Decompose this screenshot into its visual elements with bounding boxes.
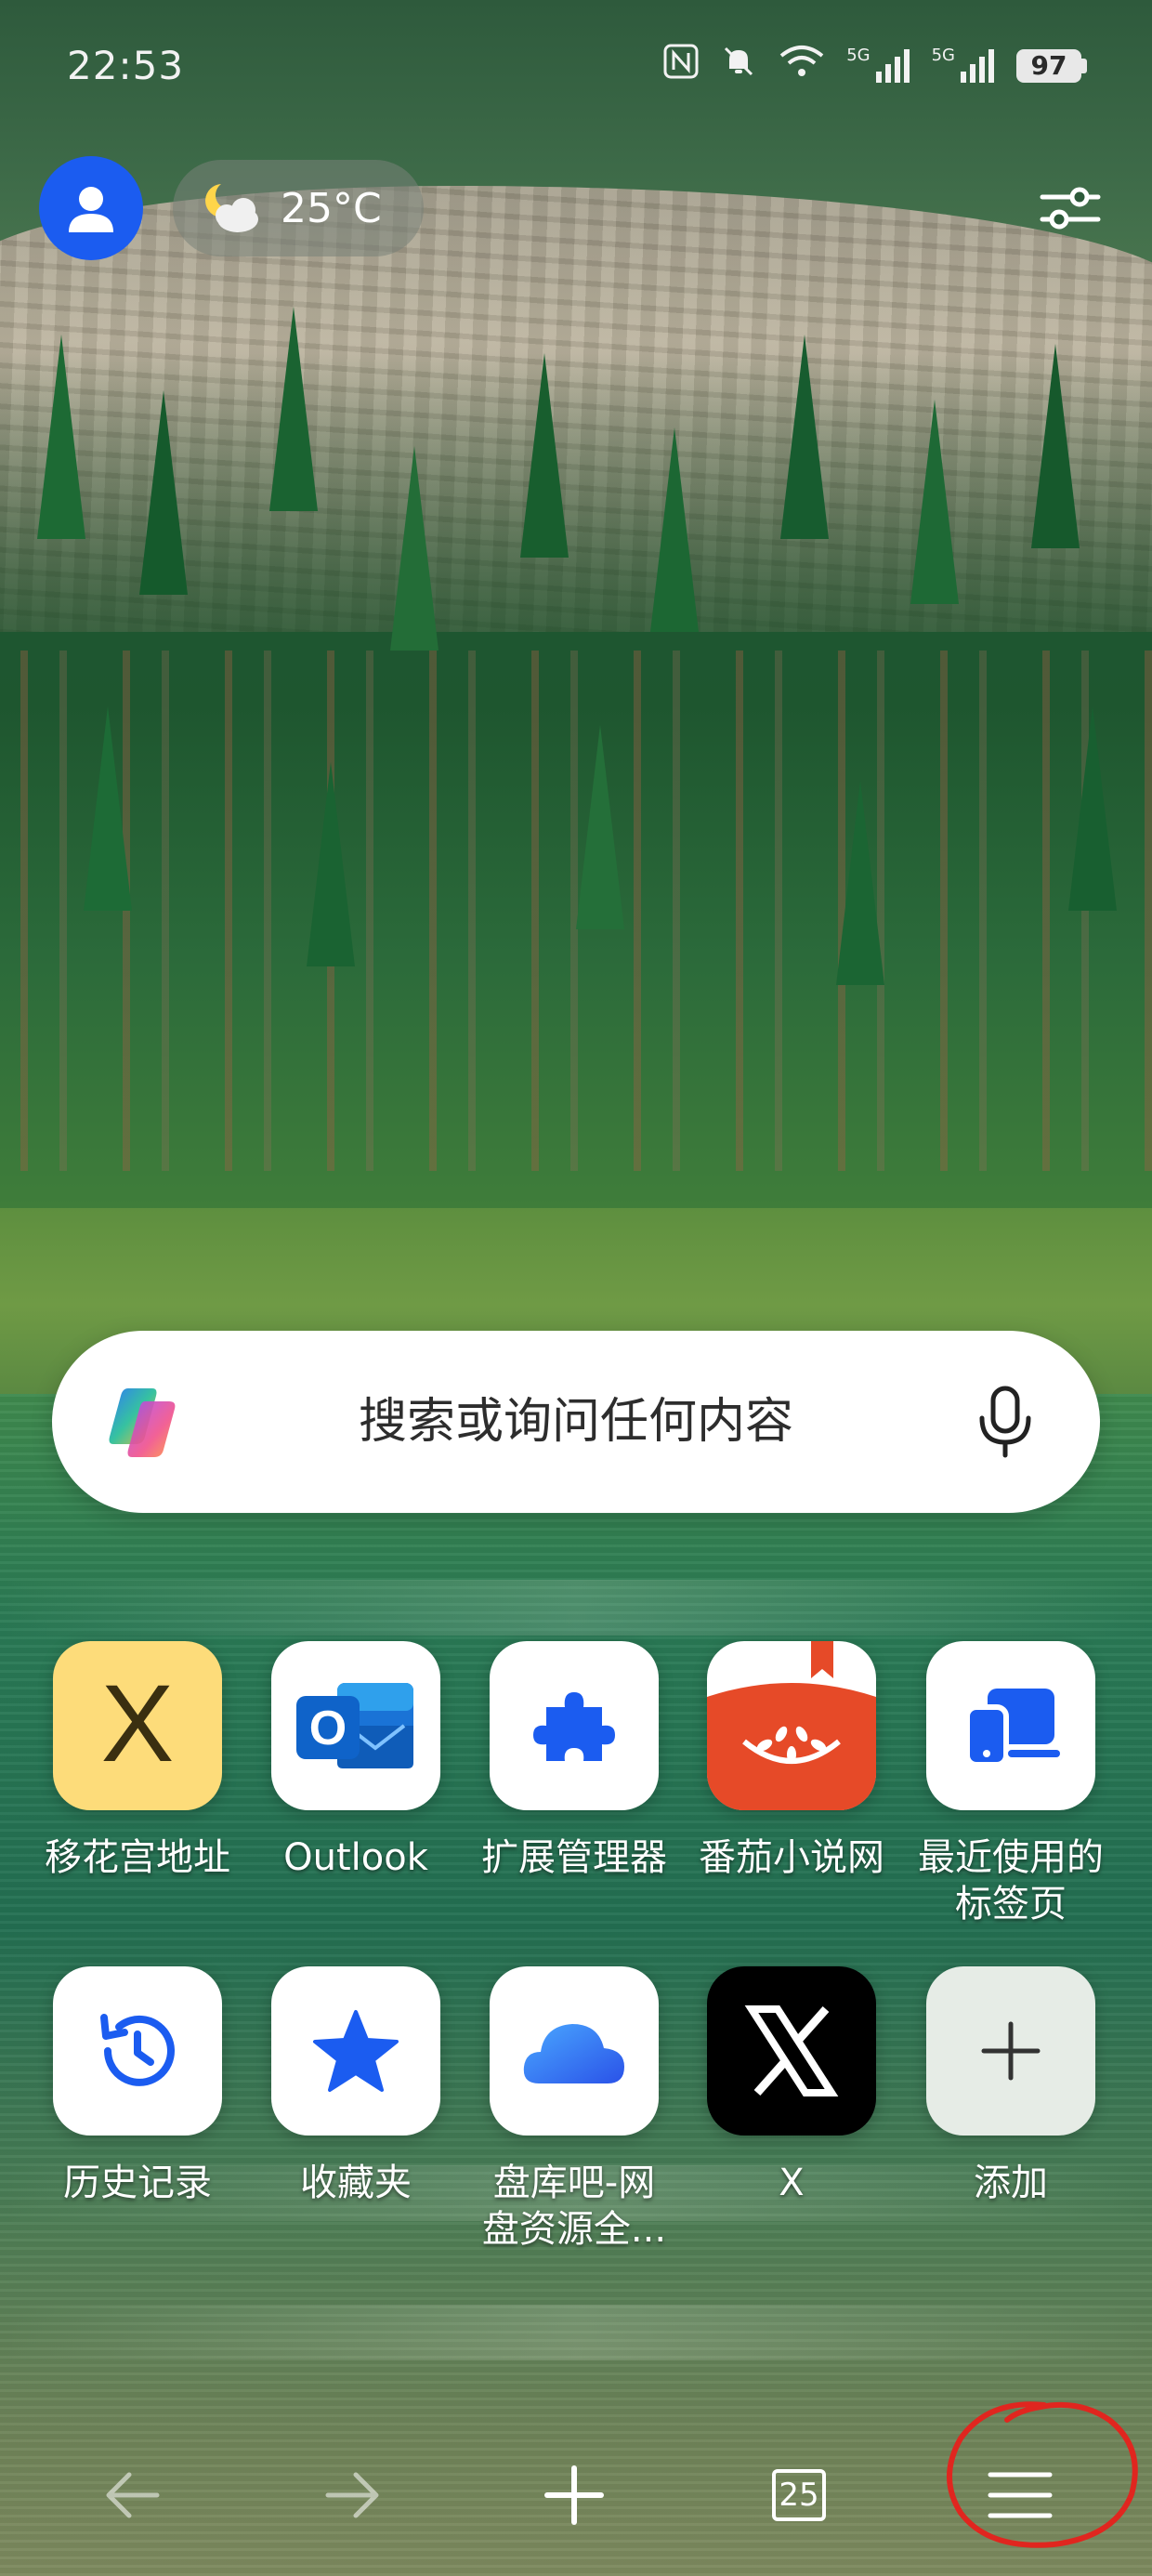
tabs-button[interactable]: 25 [734,2435,864,2556]
search-placeholder[interactable]: 搜索或询问任何内容 [52,1331,1100,1513]
puzzle-icon[interactable] [490,1641,659,1810]
wallpaper-tree [390,446,439,651]
wallpaper-tree [836,781,884,985]
shortcut-tile[interactable]: 盘库吧-网 盘资源全... [481,1966,667,2253]
menu-icon [988,2472,1053,2518]
wallpaper-reflection [0,1580,1152,1636]
new-tab-button[interactable] [509,2435,639,2556]
wallpaper-tree [269,307,318,511]
new-tab-plus-icon [544,2465,604,2525]
x-logo-icon[interactable] [707,1966,876,2136]
signal-5g-icon: 5G [846,45,910,85]
shortcut-label: 番茄小说网 [699,1836,884,1879]
shortcut-tile[interactable]: X [699,1966,884,2206]
status-time: 22:53 [67,43,185,88]
status-icons: 5G 5G 97 [662,43,1087,88]
shortcut-label: 收藏夹 [300,2162,412,2204]
forward-button[interactable] [288,2435,418,2556]
signal-5g-icon: 5G [931,45,996,85]
person-icon [69,187,113,232]
shortcut-tile[interactable]: 历史记录 [45,1966,230,2206]
tabs-icon: 25 [772,2469,826,2521]
back-arrow-icon [106,2472,160,2518]
shortcut-label: 历史记录 [63,2162,212,2204]
bottom-nav: 25 [0,2435,1152,2556]
weather-temperature: 25°C [281,184,382,232]
profile-avatar-button[interactable] [39,156,143,260]
svg-text:X: X [101,1670,175,1781]
shortcut-label: 盘库吧-网 盘资源全... [481,2162,667,2251]
shortcut-tile[interactable]: O Outlook [263,1641,449,1881]
x-letter-icon[interactable]: X [53,1641,222,1810]
plus-icon[interactable] [926,1966,1095,2136]
back-button[interactable] [67,2435,197,2556]
microphone-button[interactable] [962,1379,1048,1465]
wallpaper-tree [37,335,85,539]
shortcut-label: Outlook [283,1836,428,1879]
wallpaper-reflection [0,2305,1152,2360]
shortcut-label: 移花宫地址 [45,1836,230,1879]
menu-button[interactable] [955,2435,1085,2556]
svg-text:O: O [309,1702,347,1755]
wallpaper-tree [1068,706,1117,911]
shortcut-tile[interactable]: 收藏夹 [263,1966,449,2206]
battery-cap [1081,58,1087,73]
shortcut-label: 最近使用的 标签页 [918,1836,1104,1925]
wifi-icon [778,43,826,88]
shortcut-tile[interactable]: X 移花宫地址 [45,1641,230,1881]
star-icon[interactable] [271,1966,440,2136]
page-settings-button[interactable] [1033,171,1107,245]
nfc-icon [662,43,700,88]
outlook-icon[interactable]: O [271,1641,440,1810]
shortcut-label: 扩展管理器 [481,1836,667,1879]
history-icon[interactable] [53,1966,222,2136]
signal-label: 5G [931,45,955,65]
forward-arrow-icon [325,2472,379,2518]
battery-level: 97 [1016,48,1081,83]
search-bar[interactable]: 搜索或询问任何内容 [52,1331,1100,1513]
wallpaper-tree [307,762,355,966]
tomato-icon[interactable] [707,1641,876,1810]
weather-widget[interactable]: 25°C [173,160,424,256]
shortcut-tile[interactable]: 扩展管理器 [481,1641,667,1881]
wallpaper-tree [650,427,699,632]
wallpaper-tree [910,400,959,604]
recent-tabs-icon[interactable] [926,1641,1095,1810]
copilot-icon[interactable] [100,1379,186,1465]
wallpaper-tree [139,390,188,595]
shortcut-label: 添加 [974,2162,1048,2204]
add-shortcut-tile[interactable]: 添加 [918,1966,1104,2206]
wallpaper-tree [1031,344,1080,548]
cloud-icon[interactable] [490,1966,659,2136]
wallpaper-tree [780,335,829,539]
shortcut-tile[interactable]: 最近使用的 标签页 [918,1641,1104,1927]
mute-bell-icon [720,43,757,88]
wallpaper-tree [520,353,569,558]
sliders-icon [1040,187,1101,230]
status-bar: 22:53 5G 5G 97 [0,0,1152,130]
partly-cloudy-night-icon [205,184,258,232]
signal-label: 5G [846,45,871,65]
wallpaper-tree [84,706,132,911]
microphone-icon [979,1386,1031,1458]
shortcut-label: X [779,2162,805,2204]
battery-indicator: 97 [1016,48,1087,83]
wallpaper-tree [576,725,624,929]
shortcut-tile[interactable]: 番茄小说网 [699,1641,884,1881]
